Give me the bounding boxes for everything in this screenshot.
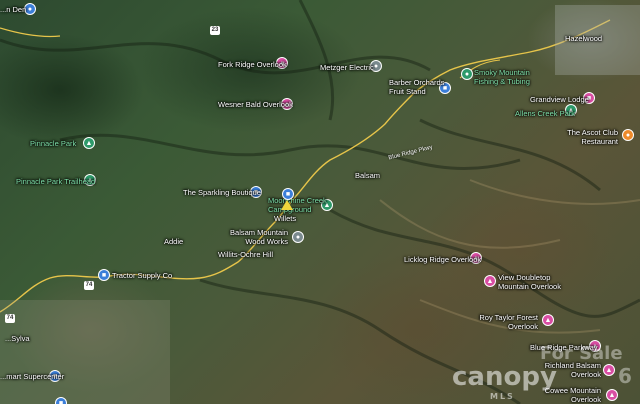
balsam-woodworks-label: Balsam Mountain Wood Works: [230, 228, 288, 246]
listing-number-watermark: 6: [618, 364, 632, 388]
tractor-supply-label: Tractor Supply Co: [112, 271, 173, 280]
smoky-mountain-pin[interactable]: ●: [461, 68, 473, 80]
addie-label: Addie: [164, 237, 184, 246]
doubletop-pin[interactable]: ▲: [484, 275, 496, 287]
for-sale-watermark: For Sale: [540, 343, 623, 364]
willits-ochre-label: Willits-Ochre Hill: [218, 250, 273, 259]
property-marker[interactable]: ■: [282, 188, 294, 200]
canopy-watermark: canopy: [452, 362, 557, 392]
smoky-mountain-label: Smoky Mountain Fishing & Tubing: [474, 68, 530, 86]
satellite-map[interactable]: ● ...n Den 23 ▲ Fork Ridge Overlook ● Me…: [0, 0, 640, 404]
supercenter-label: ...mart Supercenter: [0, 372, 65, 381]
grandview-lodge-label: Grandview Lodge: [530, 95, 589, 104]
hazelwood-label: Hazelwood: [565, 34, 603, 43]
licklog-label: Licklog Ridge Overlook: [404, 255, 482, 264]
location-arrow-icon: [281, 200, 293, 210]
pinnacle-trailhead-label: Pinnacle Park Trailhead: [16, 177, 96, 186]
sylva-label: ...Sylva: [5, 334, 30, 343]
willets-label: Willets: [274, 214, 297, 223]
cowee-pin[interactable]: ▲: [606, 389, 618, 401]
ascot-club-label: The Ascot Club Restaurant: [567, 128, 618, 146]
roy-taylor-label: Roy Taylor Forest Overlook: [479, 313, 538, 331]
balsam-label: Balsam: [355, 171, 381, 180]
wesner-bald-label: Wesner Bald Overlook: [218, 100, 293, 109]
moonshine-creek-label: Moonshine Creek Campground: [268, 196, 327, 214]
main-road: [0, 19, 611, 313]
sparkling-boutique-label: The Sparkling Boutique: [183, 188, 261, 197]
mls-watermark: MLS: [490, 392, 515, 401]
allens-creek-label: Allens Creek Park: [515, 109, 576, 118]
richland-balsam-pin[interactable]: ▲: [603, 364, 615, 376]
fork-ridge-label: Fork Ridge Overlook: [218, 60, 287, 69]
tractor-supply-pin[interactable]: ■: [98, 269, 110, 281]
ascot-club-pin[interactable]: ●: [622, 129, 634, 141]
doubletop-label: View Doubletop Mountain Overlook: [498, 273, 561, 291]
metzger-label: Metzger Electric: [320, 63, 374, 72]
route-23-shield: 23: [210, 26, 220, 35]
barber-orchards-label: Barber Orchards Fruit Stand: [389, 78, 445, 96]
raven-den-label: ...n Den: [0, 5, 27, 14]
route-74-shield-west: 74: [5, 314, 15, 323]
balsam-woodworks-pin[interactable]: ●: [292, 231, 304, 243]
route-74-shield: 74: [84, 281, 94, 290]
store-pin[interactable]: ■: [55, 397, 67, 404]
pinnacle-park-label: Pinnacle Park: [30, 139, 77, 148]
roy-taylor-pin[interactable]: ▲: [542, 314, 554, 326]
pinnacle-park-pin[interactable]: ▲: [83, 137, 95, 149]
